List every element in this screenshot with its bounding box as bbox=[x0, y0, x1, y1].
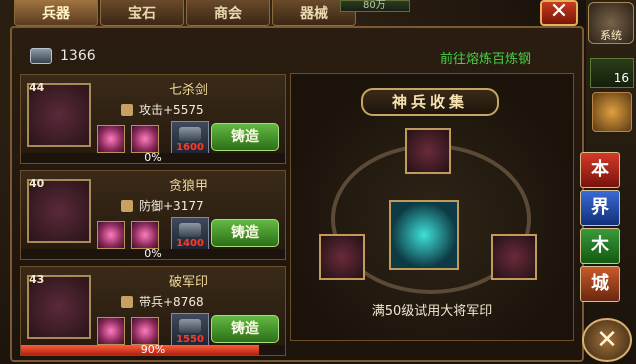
cost-box: 1400 bbox=[171, 217, 209, 251]
system-button[interactable]: 系统 bbox=[588, 2, 634, 44]
sword-slot-icon[interactable] bbox=[405, 128, 451, 174]
item-stat: 攻击+5575 bbox=[121, 101, 204, 118]
item-card-sword: 44 七杀剑 攻击+5575 1600 铸造 0% bbox=[20, 74, 286, 164]
collection-title: 神兵收集 bbox=[361, 88, 499, 116]
ingot-icon bbox=[179, 223, 201, 237]
shield-icon bbox=[121, 199, 133, 212]
lantern-icon[interactable] bbox=[592, 92, 632, 132]
ingot-icon bbox=[30, 48, 52, 64]
armor-slot-icon[interactable] bbox=[319, 234, 365, 280]
gem-icon[interactable] bbox=[97, 317, 125, 345]
rank-badge[interactable]: 16 bbox=[590, 58, 634, 88]
seal-slot-icon[interactable] bbox=[491, 234, 537, 280]
cost-box: 1600 bbox=[171, 121, 209, 155]
tab-bar: 兵器 宝石 商会 器械 bbox=[14, 0, 356, 26]
collection-note: 满50级试用大将军印 bbox=[371, 304, 493, 319]
smelt-steel-link[interactable]: 前往熔炼百炼钢 bbox=[440, 48, 531, 67]
progress-bar: 0% bbox=[21, 247, 285, 260]
troops-icon bbox=[121, 295, 133, 308]
gem-icon[interactable] bbox=[97, 221, 125, 249]
item-name: 七杀剑 bbox=[169, 83, 209, 98]
item-stat: 防御+3177 bbox=[121, 197, 204, 214]
stat-value: 带兵+8768 bbox=[139, 295, 204, 309]
forge-button[interactable]: 铸造 bbox=[211, 315, 279, 343]
progress-text: 0% bbox=[144, 247, 162, 260]
item-level: 44 bbox=[29, 81, 45, 94]
close-icon[interactable]: ✕ bbox=[582, 318, 632, 362]
progress-text: 0% bbox=[144, 151, 162, 164]
progress-bar: 0% bbox=[21, 151, 285, 164]
divine-weapon-icon[interactable] bbox=[389, 200, 459, 270]
item-level: 43 bbox=[29, 273, 45, 286]
side-button-ben[interactable]: 本 bbox=[580, 152, 620, 188]
side-button-jie[interactable]: 界 bbox=[580, 190, 620, 226]
forge-button[interactable]: 铸造 bbox=[211, 123, 279, 151]
gem-icon[interactable] bbox=[97, 125, 125, 153]
tab-guild[interactable]: 商会 bbox=[186, 0, 270, 26]
tab-weapons[interactable]: 兵器 bbox=[14, 0, 98, 26]
progress-text: 90% bbox=[140, 343, 166, 356]
currency-value: 1366 bbox=[60, 48, 96, 64]
side-button-cheng[interactable]: 城 bbox=[580, 266, 620, 302]
item-level: 40 bbox=[29, 177, 45, 190]
forge-button[interactable]: 铸造 bbox=[211, 219, 279, 247]
close-button[interactable]: ✕ bbox=[540, 0, 578, 26]
stat-value: 攻击+5575 bbox=[139, 103, 204, 117]
progress-bar: 90% bbox=[21, 343, 285, 356]
stat-value: 防御+3177 bbox=[139, 199, 204, 213]
collection-panel: 神兵收集 满50级试用大将军印 bbox=[290, 73, 574, 341]
item-stat: 带兵+8768 bbox=[121, 293, 204, 310]
currency-display: 1366 bbox=[30, 48, 96, 64]
gold-display: 80万 bbox=[340, 0, 410, 12]
item-card-armor: 40 贪狼甲 防御+3177 1400 铸造 0% bbox=[20, 170, 286, 260]
item-card-seal: 43 破军印 带兵+8768 1550 铸造 90% bbox=[20, 266, 286, 356]
item-name: 破军印 bbox=[169, 275, 209, 290]
ingot-icon bbox=[179, 319, 201, 333]
tab-gems[interactable]: 宝石 bbox=[100, 0, 184, 26]
attack-icon bbox=[121, 103, 133, 116]
item-name: 贪狼甲 bbox=[169, 179, 209, 194]
side-button-mu[interactable]: 木 bbox=[580, 228, 620, 264]
gem-icon[interactable] bbox=[131, 125, 159, 153]
gem-icon[interactable] bbox=[131, 317, 159, 345]
gem-icon[interactable] bbox=[131, 221, 159, 249]
cost-box: 1550 bbox=[171, 313, 209, 347]
ingot-icon bbox=[179, 127, 201, 141]
